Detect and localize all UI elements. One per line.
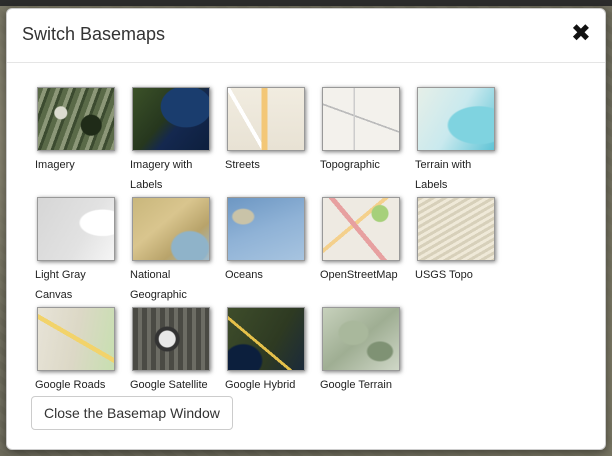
close-icon[interactable]: ✖ [571,21,591,45]
basemap-thumbnail[interactable] [322,87,400,151]
basemap-label: Imagery [35,159,75,171]
basemap-tile[interactable]: Terrain with Labels [415,87,505,195]
basemap-label: Google Roads [35,379,106,391]
basemap-thumbnail[interactable] [37,197,115,261]
app-toolbar-strip [0,0,612,6]
basemap-label: Topographic [320,159,380,171]
basemap-tile[interactable]: Google Roads [35,307,125,395]
basemap-label: Google Satellite [130,379,208,391]
basemap-tile[interactable]: Google Hybrid [225,307,315,395]
basemap-thumbnail[interactable] [417,197,495,261]
basemap-label: Light Gray Canvas [35,269,86,301]
basemap-tile[interactable]: Topographic [320,87,410,175]
basemap-tile[interactable]: Imagery with Labels [130,87,220,195]
basemap-thumbnail[interactable] [322,197,400,261]
basemap-tile[interactable]: OpenStreetMap [320,197,410,285]
basemap-tile[interactable]: Light Gray Canvas [35,197,125,305]
basemap-label: Terrain with Labels [415,159,472,191]
basemap-thumbnail[interactable] [37,87,115,151]
basemap-label: Google Terrain [320,379,392,391]
basemap-label: Imagery with Labels [130,159,193,191]
basemap-tile[interactable]: Imagery [35,87,125,175]
basemap-thumbnail[interactable] [227,197,305,261]
basemap-tile[interactable]: Oceans [225,197,315,285]
basemap-dialog: Switch Basemaps ✖ Imagery Imagery with La… [6,8,606,450]
basemap-thumbnail[interactable] [132,197,210,261]
basemap-thumbnail[interactable] [227,87,305,151]
basemap-gallery: Imagery Imagery with Labels Streets Topogra… [35,87,595,397]
close-basemap-window-button[interactable]: Close the Basemap Window [31,396,233,430]
basemap-tile[interactable]: National Geographic [130,197,220,305]
basemap-tile[interactable]: USGS Topo [415,197,505,285]
basemap-thumbnail[interactable] [132,307,210,371]
basemap-label: Streets [225,159,260,171]
basemap-thumbnail[interactable] [417,87,495,151]
basemap-thumbnail[interactable] [37,307,115,371]
basemap-thumbnail[interactable] [132,87,210,151]
basemap-label: Google Hybrid [225,379,296,391]
basemap-tile[interactable]: Google Terrain [320,307,410,395]
dialog-title: Switch Basemaps [22,24,166,44]
basemap-thumbnail[interactable] [227,307,305,371]
basemap-label: OpenStreetMap [320,269,398,281]
basemap-label: National Geographic [130,269,187,301]
basemap-label: USGS Topo [415,269,473,281]
basemap-label: Oceans [225,269,263,281]
basemap-tile[interactable]: Google Satellite [130,307,220,395]
dialog-header: Switch Basemaps ✖ [7,9,605,63]
basemap-thumbnail[interactable] [322,307,400,371]
basemap-tile[interactable]: Streets [225,87,315,175]
